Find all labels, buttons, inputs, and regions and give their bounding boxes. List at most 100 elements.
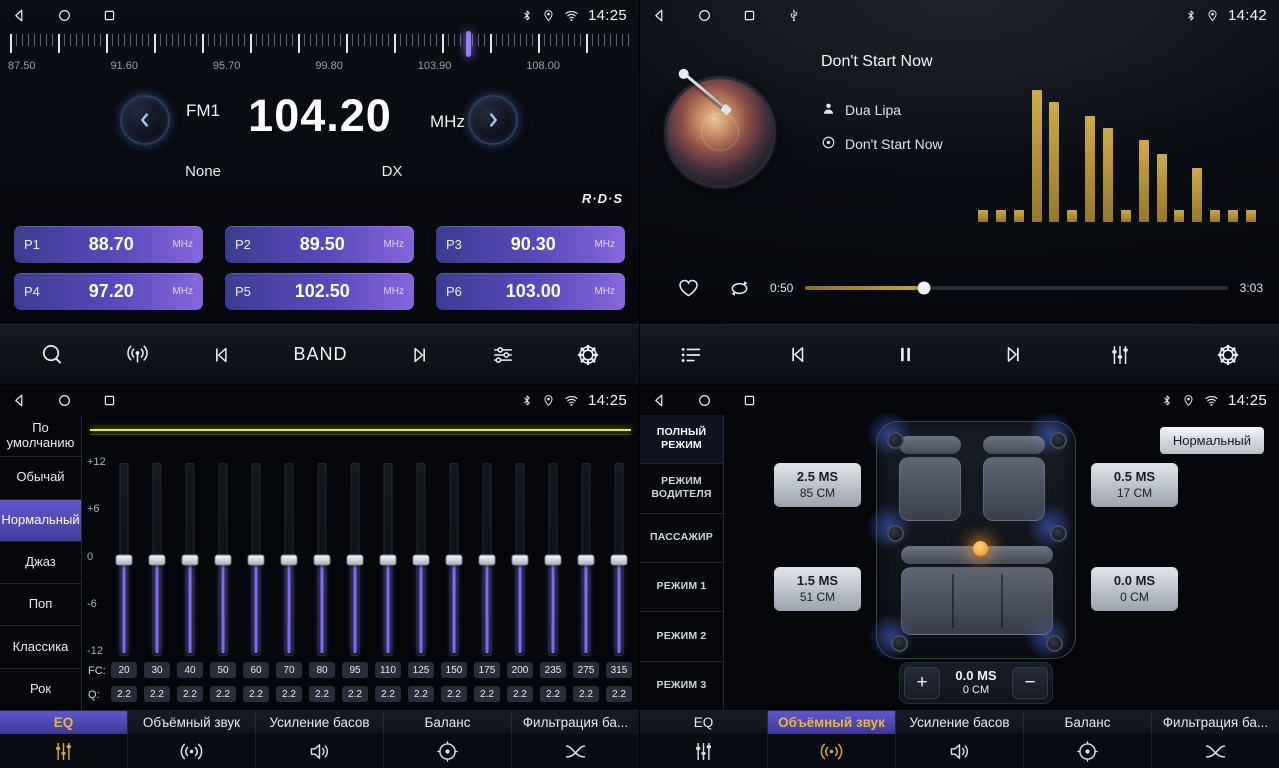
eq-slider-handle[interactable] xyxy=(512,554,529,565)
audio-settings-icon[interactable] xyxy=(490,342,516,368)
eq-preset-item[interactable]: Нормальный xyxy=(0,500,81,542)
delay-increase-button[interactable]: + xyxy=(904,667,940,699)
tab-icon-bass-boost[interactable] xyxy=(256,734,384,768)
tab-icon-filter[interactable] xyxy=(512,734,639,768)
recents-button[interactable] xyxy=(742,393,757,408)
next-station-icon[interactable] xyxy=(407,343,431,367)
eq-preset-item[interactable]: По умолчанию xyxy=(0,415,81,457)
home-button[interactable] xyxy=(697,8,712,23)
next-track-icon[interactable] xyxy=(1000,342,1025,367)
listening-mode-item[interactable]: РЕЖИМ 1 xyxy=(640,563,723,612)
audio-tab[interactable]: Объёмный звук xyxy=(768,711,896,734)
audio-tab-icons xyxy=(0,734,639,768)
listening-mode-item[interactable]: РЕЖИМ 2 xyxy=(640,612,723,661)
clock: 14:25 xyxy=(1228,392,1267,409)
tab-icon-balance[interactable] xyxy=(384,734,512,768)
listening-mode-item[interactable]: РЕЖИМ 3 xyxy=(640,662,723,710)
eq-slider-handle[interactable] xyxy=(611,554,628,565)
tune-up-button[interactable] xyxy=(468,95,518,145)
audio-tab[interactable]: Усиление басов xyxy=(896,711,1024,734)
radio-preset-button[interactable]: P2 89.50 MHz xyxy=(225,226,414,263)
back-button[interactable] xyxy=(652,393,667,408)
tab-icon-eq[interactable] xyxy=(0,734,128,768)
eq-slider-handle[interactable] xyxy=(347,554,364,565)
listening-mode-item[interactable]: ПАССАЖИР xyxy=(640,514,723,563)
eq-slider-handle[interactable] xyxy=(149,554,166,565)
eq-slider-handle[interactable] xyxy=(446,554,463,565)
previous-station-icon[interactable] xyxy=(210,343,234,367)
tab-icon-balance[interactable] xyxy=(1024,734,1152,768)
tuning-indicator[interactable] xyxy=(466,31,471,57)
eq-slider-handle[interactable] xyxy=(479,554,496,565)
pause-icon[interactable] xyxy=(893,342,918,367)
previous-track-icon[interactable] xyxy=(786,342,811,367)
listening-mode-item[interactable]: ПОЛНЫЙ РЕЖИМ xyxy=(640,415,723,464)
eq-preset-item[interactable]: Джаз xyxy=(0,542,81,584)
eq-band: 315 2.2 xyxy=(605,463,633,702)
eq-slider-handle[interactable] xyxy=(248,554,265,565)
status-bar: 14:25 xyxy=(0,385,639,415)
wifi-icon xyxy=(564,8,579,23)
listening-position-dot[interactable] xyxy=(973,541,988,556)
eq-slider-handle[interactable] xyxy=(215,554,232,565)
recents-button[interactable] xyxy=(102,393,117,408)
eq-slider-handle[interactable] xyxy=(314,554,331,565)
favorite-heart-icon[interactable] xyxy=(676,276,701,301)
eq-slider-handle[interactable] xyxy=(116,554,133,565)
radio-preset-button[interactable]: P3 90.30 MHz xyxy=(436,226,625,263)
eq-slider-handle[interactable] xyxy=(182,554,199,565)
eq-preset-item[interactable]: Обычай xyxy=(0,457,81,499)
broadcast-icon[interactable] xyxy=(124,341,151,368)
home-button[interactable] xyxy=(57,8,72,23)
listening-mode-item[interactable]: РЕЖИМ ВОДИТЕЛЯ xyxy=(640,464,723,513)
audio-tab[interactable]: Баланс xyxy=(1024,711,1152,734)
tab-icon-eq[interactable] xyxy=(640,734,768,768)
home-button[interactable] xyxy=(57,393,72,408)
tab-icon-bass-boost[interactable] xyxy=(896,734,1024,768)
audio-tab[interactable]: Баланс xyxy=(384,711,512,734)
spectrum-bar xyxy=(1246,210,1256,222)
radio-preset-button[interactable]: P5 102.50 MHz xyxy=(225,273,414,310)
back-button[interactable] xyxy=(12,393,27,408)
eq-slider-handle[interactable] xyxy=(578,554,595,565)
eq-slider-handle[interactable] xyxy=(281,554,298,565)
audio-tab[interactable]: Фильтрация ба... xyxy=(512,711,639,734)
audio-tab[interactable]: Усиление басов xyxy=(256,711,384,734)
seek-scan-icon[interactable] xyxy=(38,341,65,368)
audio-tab[interactable]: EQ xyxy=(0,711,128,734)
tab-icon-surround[interactable] xyxy=(768,734,896,768)
surround-preset-button[interactable]: Нормальный xyxy=(1160,427,1264,454)
home-button[interactable] xyxy=(697,393,712,408)
eq-slider-fill xyxy=(288,560,291,654)
progress-track[interactable] xyxy=(805,286,1227,290)
tune-down-button[interactable] xyxy=(120,95,170,145)
eq-preset-item[interactable]: Классика xyxy=(0,626,81,668)
audio-tab[interactable]: Объёмный звук xyxy=(128,711,256,734)
delay-decrease-button[interactable]: − xyxy=(1012,667,1048,699)
radio-preset-button[interactable]: P1 88.70 MHz xyxy=(14,226,203,263)
tab-icon-surround[interactable] xyxy=(128,734,256,768)
equalizer-icon[interactable] xyxy=(1107,342,1133,368)
playlist-icon[interactable] xyxy=(678,342,704,368)
back-button[interactable] xyxy=(12,8,27,23)
settings-gear-icon[interactable] xyxy=(1215,342,1241,368)
repeat-icon[interactable] xyxy=(727,276,752,301)
eq-preset-item[interactable]: Поп xyxy=(0,584,81,626)
settings-gear-icon[interactable] xyxy=(575,342,601,368)
audio-tab[interactable]: EQ xyxy=(640,711,768,734)
radio-preset-button[interactable]: P6 103.00 MHz xyxy=(436,273,625,310)
ruler-frequency-label: 95.70 xyxy=(213,60,241,72)
eq-preset-item[interactable]: Рок xyxy=(0,669,81,710)
eq-slider-handle[interactable] xyxy=(380,554,397,565)
progress-knob[interactable] xyxy=(917,282,930,295)
eq-slider-handle[interactable] xyxy=(413,554,430,565)
band-button[interactable]: BAND xyxy=(293,344,347,365)
recents-button[interactable] xyxy=(102,8,117,23)
radio-preset-button[interactable]: P4 97.20 MHz xyxy=(14,273,203,310)
tab-icon-filter[interactable] xyxy=(1152,734,1279,768)
progress-fill xyxy=(805,286,923,290)
eq-slider-handle[interactable] xyxy=(545,554,562,565)
recents-button[interactable] xyxy=(742,8,757,23)
back-button[interactable] xyxy=(652,8,667,23)
audio-tab[interactable]: Фильтрация ба... xyxy=(1152,711,1279,734)
